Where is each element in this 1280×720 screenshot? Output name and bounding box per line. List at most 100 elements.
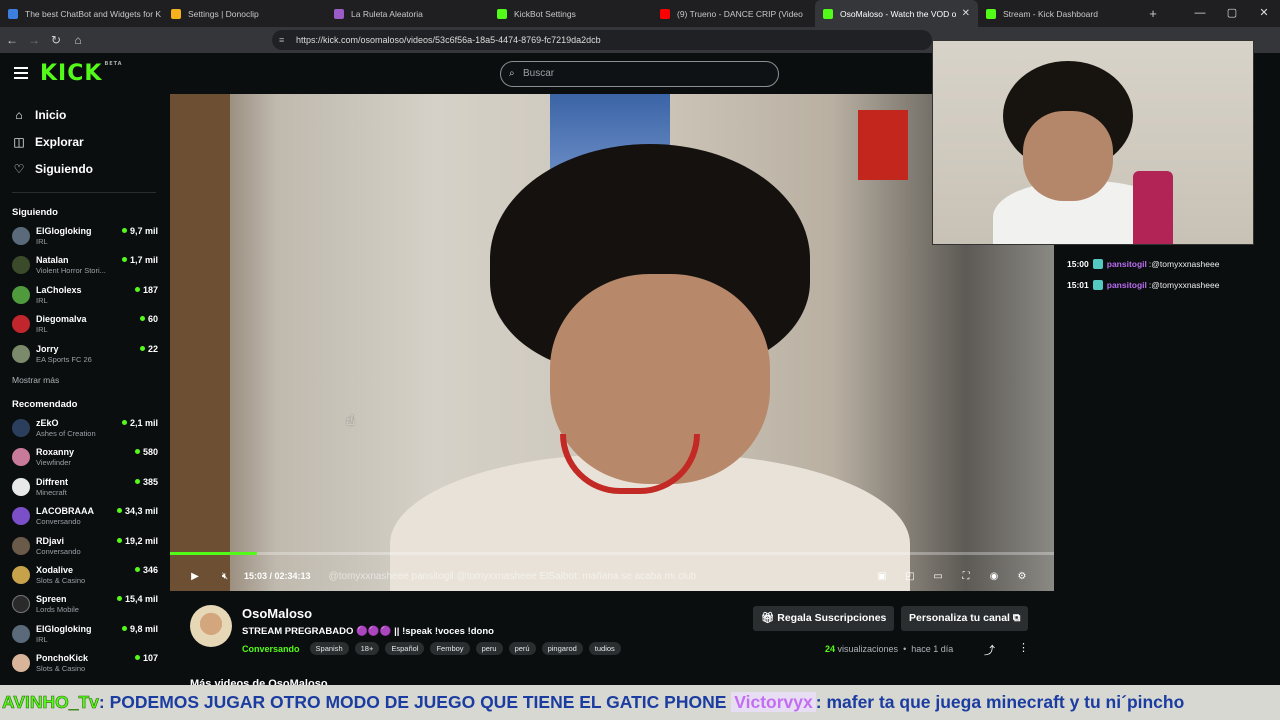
play-icon[interactable]: ▶: [180, 571, 210, 582]
browser-tab[interactable]: La Ruleta Aleatoria: [326, 0, 489, 27]
tab-favicon: [986, 8, 996, 19]
video-tags: Conversando Spanish 18+ Español Femboy p…: [242, 641, 627, 656]
nav-item-inicio[interactable]: ⌂ Inicio: [12, 101, 168, 128]
recommended-list: zEkO Ashes of Creation 2,1 mil Roxanny View…: [0, 414, 168, 679]
back-icon[interactable]: ←: [2, 33, 22, 47]
home-icon: ⌂: [15, 107, 23, 122]
share-icon[interactable]: ⤴: [984, 642, 995, 658]
video-player[interactable]: ☝ ▶ 🔇︎ 15:03 / 02:34:13 @tomyxxnasheee p…: [170, 94, 1054, 591]
channel-category: Ashes of Creation: [36, 428, 96, 438]
avatar: [12, 315, 30, 334]
settings-gear-icon[interactable]: ⚙: [1008, 571, 1036, 582]
tab-favicon: [8, 8, 18, 19]
chat-message: 15:01 pansitogil: @tomyxxnasheee: [1060, 274, 1280, 295]
channel-item[interactable]: Natalan Violent Horror Stori... 1,7 mil: [0, 251, 168, 280]
video-progress-bar[interactable]: [170, 552, 1054, 555]
tag-chip[interactable]: tudios: [588, 642, 621, 655]
forward-icon[interactable]: →: [24, 33, 44, 47]
following-list: ElGlogloking IRL 9,7 mil Natalan Violent Ho…: [0, 222, 168, 369]
more-options-icon[interactable]: ⋮: [1018, 641, 1029, 654]
channel-item[interactable]: Diegomalva IRL 60: [0, 310, 168, 339]
close-window-icon[interactable]: ✕: [1248, 0, 1280, 27]
channel-name[interactable]: OsoMaloso: [242, 606, 312, 621]
browser-tab[interactable]: (9) Trueno - DANCE CRIP (Video: [652, 0, 815, 27]
channel-avatar[interactable]: [190, 605, 232, 647]
channel-category: IRL: [36, 295, 48, 305]
avatar: [12, 418, 30, 437]
tab-label: The best ChatBot and Widgets for K: [25, 8, 162, 19]
channel-category: Lords Mobile: [36, 605, 79, 615]
viewer-count: 15,4 mil: [117, 594, 158, 604]
pip-icon[interactable]: ◰: [896, 571, 924, 582]
ticker-message: : mafer ta que juega minecraft y tu ni´p…: [815, 692, 1185, 712]
channel-item[interactable]: Xodalive Slots & Casino 346: [0, 561, 168, 590]
maximize-icon[interactable]: ▢: [1216, 0, 1248, 27]
upload-ago: hace 1 día: [911, 644, 954, 654]
channel-item[interactable]: Jorry EA Sports FC 26 22: [0, 340, 168, 369]
tag-chip[interactable]: peru: [475, 642, 503, 655]
video-overlay-text: @tomyxxnasheee pansitogil @tomyxxnasheee…: [328, 570, 697, 582]
recommended-section-title: Recomendado: [12, 398, 78, 410]
close-tab-icon[interactable]: ✕: [962, 8, 970, 19]
tab-label: (9) Trueno - DANCE CRIP (Video: [677, 8, 803, 19]
fullscreen-icon[interactable]: ⛶: [952, 571, 980, 582]
chat-username[interactable]: pansitogil: [1107, 259, 1147, 269]
address-bar[interactable]: ≡ https://kick.com/osomaloso/videos/53c6f…: [272, 30, 932, 50]
reload-icon[interactable]: ↻: [46, 33, 66, 47]
search-input[interactable]: ⌕ Buscar: [500, 61, 779, 87]
channel-item[interactable]: RDjavi Conversando 19,2 mil: [0, 532, 168, 561]
channel-item[interactable]: ElGlogloking IRL 9,8 mil: [0, 620, 168, 649]
channel-item[interactable]: LACOBRAAA Conversando 34,3 mil: [0, 502, 168, 531]
browser-tab[interactable]: Stream - Kick Dashboard: [978, 0, 1141, 27]
home-browser-icon[interactable]: ⌂: [68, 33, 88, 47]
kick-logo[interactable]: KICK BETA: [40, 61, 123, 86]
mute-icon[interactable]: 🔇︎: [210, 571, 240, 582]
window-controls: — ▢ ✕: [1184, 0, 1280, 27]
minimize-icon[interactable]: —: [1184, 0, 1216, 27]
tag-chip[interactable]: pingarod: [541, 642, 583, 655]
customize-channel-button[interactable]: Personaliza tu canal ⧉: [901, 606, 1029, 631]
nav-item-siguiendo[interactable]: ♡ Siguiendo: [12, 155, 168, 182]
channel-item[interactable]: Diffrent Minecraft 385: [0, 473, 168, 502]
channel-item[interactable]: LaCholexs IRL 187: [0, 281, 168, 310]
search-placeholder: Buscar: [523, 68, 555, 79]
tag-chip[interactable]: Spanish: [309, 642, 349, 655]
viewer-count: 107: [135, 653, 158, 663]
browser-tab[interactable]: Settings | Donoclip: [163, 0, 326, 27]
viewer-count: 1,7 mil: [122, 255, 158, 265]
channel-item[interactable]: Roxanny Viewfinder 580: [0, 443, 168, 472]
gift-subs-button[interactable]: 🎁︎ Regala Suscripciones: [753, 606, 895, 631]
tab-label: OsoMaloso - Watch the VOD o: [840, 8, 957, 19]
player-right-controls: ▣ ◰ ▭ ⛶ ◉ ⚙: [868, 564, 1036, 588]
ticker-message: : PODEMOS JUGAR OTRO MODO DE JUEGO QUE T…: [98, 692, 727, 712]
browser-tab-active[interactable]: OsoMaloso - Watch the VOD o ✕: [815, 0, 978, 27]
url-text: https://kick.com/osomaloso/videos/53c6f5…: [296, 35, 601, 45]
tag-chip[interactable]: perú: [508, 642, 536, 655]
tag-chip[interactable]: Femboy: [430, 642, 470, 655]
chat-username[interactable]: pansitogil: [1107, 280, 1147, 290]
chromecast-icon[interactable]: ◉: [980, 571, 1008, 582]
channel-item[interactable]: PonchoKick Slots & Casino 107: [0, 649, 168, 678]
site-info-icon[interactable]: ≡: [279, 30, 284, 50]
channel-item[interactable]: zEkO Ashes of Creation 2,1 mil: [0, 414, 168, 443]
nav-item-explorar[interactable]: ◫ Explorar: [12, 128, 168, 155]
menu-icon[interactable]: [14, 67, 28, 79]
category-link[interactable]: Conversando: [242, 644, 300, 654]
theater-icon[interactable]: ▭: [924, 571, 952, 582]
tag-chip[interactable]: Español: [385, 642, 425, 655]
new-tab-icon[interactable]: +: [1141, 6, 1165, 21]
tag-chip[interactable]: 18+: [354, 642, 380, 655]
browser-tab[interactable]: The best ChatBot and Widgets for K: [0, 0, 163, 27]
gift-label: Regala Suscripciones: [777, 612, 887, 624]
tab-label: Settings | Donoclip: [188, 8, 259, 19]
logo-badge: BETA: [104, 61, 123, 67]
channel-item[interactable]: Spreen Lords Mobile 15,4 mil: [0, 590, 168, 619]
logo-text: KICK: [40, 61, 103, 86]
divider: [12, 192, 156, 193]
clip-icon[interactable]: ▣: [868, 571, 896, 582]
avatar: [12, 595, 30, 614]
browser-tab[interactable]: KickBot Settings: [489, 0, 652, 27]
channel-item[interactable]: ElGlogloking IRL 9,7 mil: [0, 222, 168, 251]
avatar: [12, 565, 30, 584]
show-more-link[interactable]: Mostrar más: [0, 375, 168, 385]
